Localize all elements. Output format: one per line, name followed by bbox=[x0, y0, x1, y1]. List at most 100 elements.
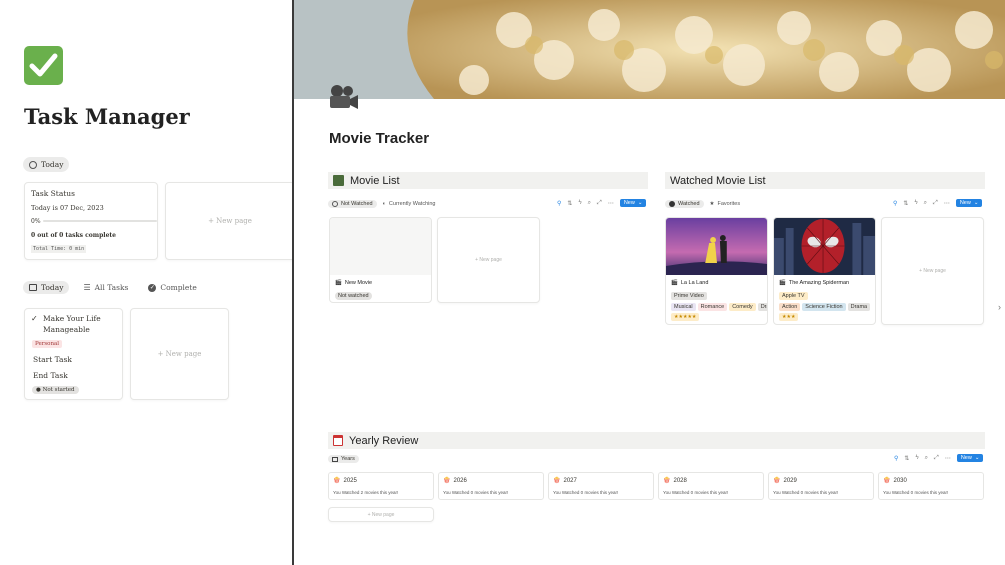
more-icon[interactable]: ⋯ bbox=[945, 455, 951, 462]
expand-icon[interactable]: ⤢ bbox=[597, 200, 602, 207]
search-icon[interactable]: ⌕ bbox=[588, 200, 591, 207]
automation-icon[interactable]: ϟ bbox=[578, 200, 581, 206]
new-page-button[interactable]: + New page bbox=[328, 507, 434, 522]
circle-icon bbox=[29, 160, 37, 169]
new-label: New bbox=[960, 455, 972, 461]
new-button[interactable]: New ⌄ bbox=[619, 199, 647, 207]
year-summary: You Watched 0 movies this year! bbox=[553, 490, 619, 495]
search-icon[interactable]: ⌕ bbox=[924, 200, 927, 207]
tab-label: All Tasks bbox=[94, 283, 129, 292]
tab-currently-watching[interactable]: ◐ Currently Watching bbox=[379, 200, 440, 208]
chevron-down-icon: ⌄ bbox=[973, 200, 979, 206]
more-icon[interactable]: ⋯ bbox=[608, 200, 614, 207]
watched-list-view-tabs: Watched ★ Favorites bbox=[665, 198, 744, 210]
tab-label: Years bbox=[341, 456, 355, 462]
tab-watched[interactable]: Watched bbox=[665, 200, 704, 208]
year-title: 🍿 2027 bbox=[553, 477, 577, 485]
sort-icon[interactable]: ⇅ bbox=[567, 200, 572, 207]
circle-icon bbox=[332, 201, 338, 207]
movie-card[interactable]: 🎬 The Amazing Spiderman Apple TV Action S… bbox=[773, 217, 876, 325]
half-circle-icon: ◐ bbox=[382, 201, 386, 207]
genre-tag: Drama bbox=[847, 303, 871, 311]
new-button[interactable]: New ⌄ bbox=[956, 454, 984, 462]
popcorn-icon: 🍿 bbox=[883, 478, 891, 484]
popcorn-icon: 🍿 bbox=[773, 478, 781, 484]
today-view-tab[interactable]: Today bbox=[23, 157, 70, 172]
sort-icon[interactable]: ⇅ bbox=[903, 200, 908, 207]
task-view-tabs: Today ☰ All Tasks ✓ Complete bbox=[23, 281, 203, 294]
year-label: 2027 bbox=[563, 477, 577, 484]
more-icon[interactable]: ⋯ bbox=[944, 200, 950, 207]
rating-stars: ★★★ bbox=[779, 313, 799, 321]
year-card[interactable]: 🍿 2030 You Watched 0 movies this year! bbox=[878, 472, 984, 500]
movie-tracker-pane: Movie Tracker Movie List Not Watched ◐ Cu… bbox=[294, 0, 1005, 565]
tasks-complete-text: 0 out of 0 tasks complete bbox=[31, 232, 116, 239]
new-button[interactable]: New ⌄ bbox=[955, 199, 983, 207]
scroll-right-icon[interactable]: › bbox=[998, 302, 1001, 312]
end-task-button[interactable]: End Task bbox=[33, 371, 68, 380]
search-icon[interactable]: ⌕ bbox=[925, 455, 928, 462]
filter-icon[interactable]: ⚲ bbox=[894, 455, 898, 462]
personal-tag: Personal bbox=[32, 340, 63, 348]
film-icon: 🎬 bbox=[335, 280, 342, 286]
year-label: 2029 bbox=[783, 477, 797, 484]
check-icon: ✓ bbox=[31, 314, 38, 323]
today-label: Today bbox=[41, 160, 64, 169]
automation-icon[interactable]: ϟ bbox=[914, 200, 917, 206]
new-page-card[interactable]: + New page bbox=[130, 308, 229, 400]
tab-label: Watched bbox=[678, 201, 700, 207]
year-card[interactable]: 🍿 2028 You Watched 0 movies this year! bbox=[658, 472, 764, 500]
year-title: 🍿 2025 bbox=[333, 477, 357, 485]
filter-icon[interactable]: ⚲ bbox=[557, 200, 561, 207]
film-icon: 🎬 bbox=[671, 280, 678, 286]
tab-complete[interactable]: ✓ Complete bbox=[142, 281, 202, 294]
tab-label: Today bbox=[41, 283, 64, 292]
movie-title: La La Land bbox=[680, 280, 709, 286]
year-card[interactable]: 🍿 2025 You Watched 2 movies this year! bbox=[328, 472, 434, 500]
genre-tag: Drama bbox=[757, 303, 767, 311]
yearly-review-view-tabs: Years bbox=[328, 453, 359, 465]
expand-icon[interactable]: ⤢ bbox=[933, 200, 938, 207]
start-task-button[interactable]: Start Task bbox=[33, 355, 72, 364]
year-label: 2030 bbox=[893, 477, 907, 484]
star-icon: ★ bbox=[709, 201, 715, 207]
new-page-card[interactable]: + New page bbox=[437, 217, 540, 303]
movie-name: 🎬 La La Land bbox=[671, 280, 708, 286]
year-label: 2026 bbox=[453, 477, 467, 484]
tab-years[interactable]: Years bbox=[328, 455, 359, 463]
tab-today[interactable]: Today bbox=[23, 281, 70, 294]
task-status-card[interactable]: Task Status Today is 07 Dec, 2023 0% 0 o… bbox=[24, 182, 158, 260]
yearly-review-tools: ⚲ ⇅ ϟ ⌕ ⤢ ⋯ New ⌄ bbox=[894, 454, 984, 462]
movie-card[interactable]: 🎬 New Movie Not watched bbox=[329, 217, 432, 303]
task-card[interactable]: ✓ Make Your Life Manageable Personal Sta… bbox=[24, 308, 123, 400]
year-card[interactable]: 🍿 2026 You Watched 0 movies this year! bbox=[438, 472, 544, 500]
tab-not-watched[interactable]: Not Watched bbox=[328, 200, 377, 208]
new-label: New bbox=[959, 200, 971, 206]
yearly-review-heading: Yearly Review bbox=[328, 432, 985, 449]
calendar-icon bbox=[29, 284, 37, 291]
automation-icon[interactable]: ϟ bbox=[915, 455, 918, 461]
sort-icon[interactable]: ⇅ bbox=[904, 455, 909, 462]
genre-tags: Action Science Fiction Drama bbox=[779, 303, 871, 311]
watched-list-tools: ⚲ ⇅ ϟ ⌕ ⤢ ⋯ New ⌄ bbox=[893, 199, 983, 207]
expand-icon[interactable]: ⤢ bbox=[934, 455, 939, 462]
popcorn-cover-image bbox=[294, 0, 1005, 99]
genre-tags: Musical Romance Comedy Drama bbox=[671, 303, 767, 311]
task-title: Make Your Life Manageable bbox=[43, 314, 101, 334]
popcorn-icon: 🍿 bbox=[333, 478, 341, 484]
status-badge: ● Not started bbox=[32, 386, 79, 394]
year-card[interactable]: 🍿 2029 You Watched 0 movies this year! bbox=[768, 472, 874, 500]
filter-icon[interactable]: ⚲ bbox=[893, 200, 897, 207]
new-page-card[interactable]: + New page bbox=[165, 182, 292, 260]
genre-tag: Comedy bbox=[729, 303, 756, 311]
new-page-card[interactable]: + New page bbox=[881, 217, 984, 325]
status-badge: Not watched bbox=[335, 292, 372, 300]
year-card[interactable]: 🍿 2027 You Watched 0 movies this year! bbox=[548, 472, 654, 500]
tab-label: Favorites bbox=[717, 201, 741, 207]
check-mark-icon bbox=[24, 46, 63, 85]
movie-card[interactable]: 🎬 La La Land Prime Video Musical Romance … bbox=[665, 217, 768, 325]
watched-list-heading: Watched Movie List bbox=[665, 172, 985, 189]
year-summary: You Watched 0 movies this year! bbox=[663, 490, 729, 495]
tab-favorites[interactable]: ★ Favorites bbox=[706, 200, 745, 208]
tab-all-tasks[interactable]: ☰ All Tasks bbox=[77, 281, 134, 294]
